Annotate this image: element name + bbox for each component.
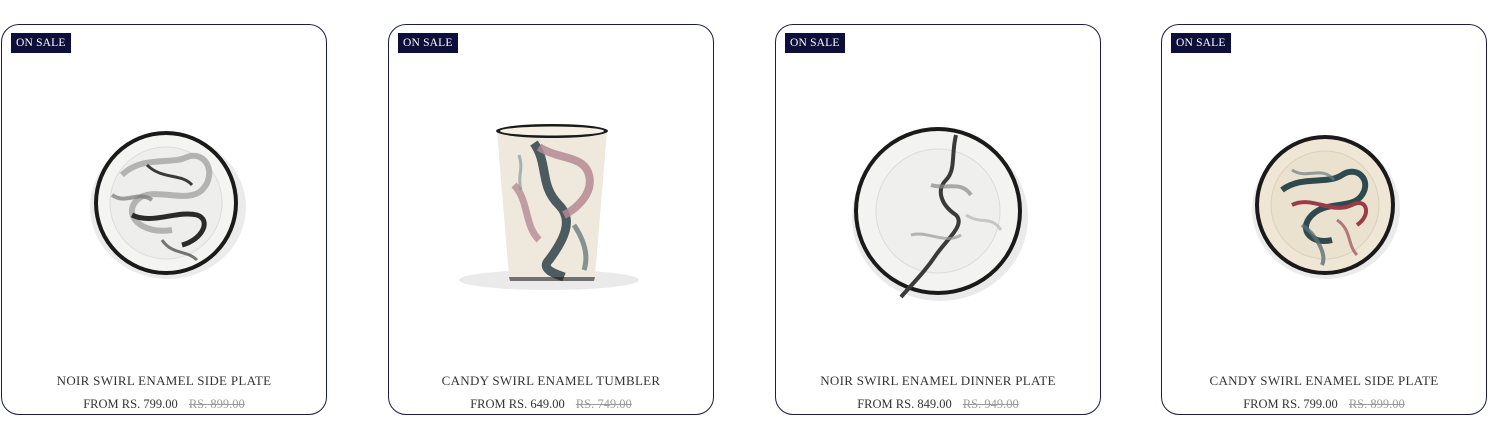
product-image[interactable] <box>1162 65 1486 325</box>
noir-side-plate-image <box>90 131 246 279</box>
compare-price: RS. 749.00 <box>575 397 632 411</box>
noir-dinner-plate-image <box>852 127 1028 301</box>
sale-price: FROM RS. 649.00 <box>470 397 565 411</box>
on-sale-badge: ON SALE <box>1171 33 1231 53</box>
product-card[interactable]: ON SALE CANDY SWIRL ENAMEL TUMBLER FROM … <box>388 24 714 415</box>
compare-price: RS. 899.00 <box>188 397 245 411</box>
product-title[interactable]: NOIR SWIRL ENAMEL DINNER PLATE <box>776 373 1100 389</box>
product-image[interactable] <box>389 65 713 325</box>
product-title[interactable]: CANDY SWIRL ENAMEL SIDE PLATE <box>1162 373 1486 389</box>
candy-side-plate-image <box>1252 135 1400 279</box>
product-card[interactable]: ON SALE NOIR SWIRL ENAMEL DINNER PLATE F… <box>775 24 1101 415</box>
sale-price: FROM RS. 799.00 <box>83 397 178 411</box>
product-image[interactable] <box>2 65 326 325</box>
compare-price: RS. 949.00 <box>962 397 1019 411</box>
product-title[interactable]: NOIR SWIRL ENAMEL SIDE PLATE <box>2 373 326 389</box>
sale-price: FROM RS. 849.00 <box>857 397 952 411</box>
sale-price: FROM RS. 799.00 <box>1243 397 1338 411</box>
product-card[interactable]: ON SALE CANDY SWIRL ENAMEL SIDE PLATE FR… <box>1161 24 1487 415</box>
product-card[interactable]: ON SALE NOIR SWIRL ENAMEL SIDE PLATE FRO… <box>1 24 327 415</box>
price-row: FROM RS. 799.00 RS. 899.00 <box>1162 397 1486 412</box>
price-row: FROM RS. 799.00 RS. 899.00 <box>2 397 326 412</box>
price-row: FROM RS. 849.00 RS. 949.00 <box>776 397 1100 412</box>
product-grid: ON SALE NOIR SWIRL ENAMEL SIDE PLATE FRO… <box>0 0 1502 447</box>
on-sale-badge: ON SALE <box>11 33 71 53</box>
price-row: FROM RS. 649.00 RS. 749.00 <box>389 397 713 412</box>
on-sale-badge: ON SALE <box>785 33 845 53</box>
candy-tumbler-image <box>459 124 639 290</box>
product-title[interactable]: CANDY SWIRL ENAMEL TUMBLER <box>389 373 713 389</box>
compare-price: RS. 899.00 <box>1348 397 1405 411</box>
product-image[interactable] <box>776 65 1100 325</box>
on-sale-badge: ON SALE <box>398 33 458 53</box>
